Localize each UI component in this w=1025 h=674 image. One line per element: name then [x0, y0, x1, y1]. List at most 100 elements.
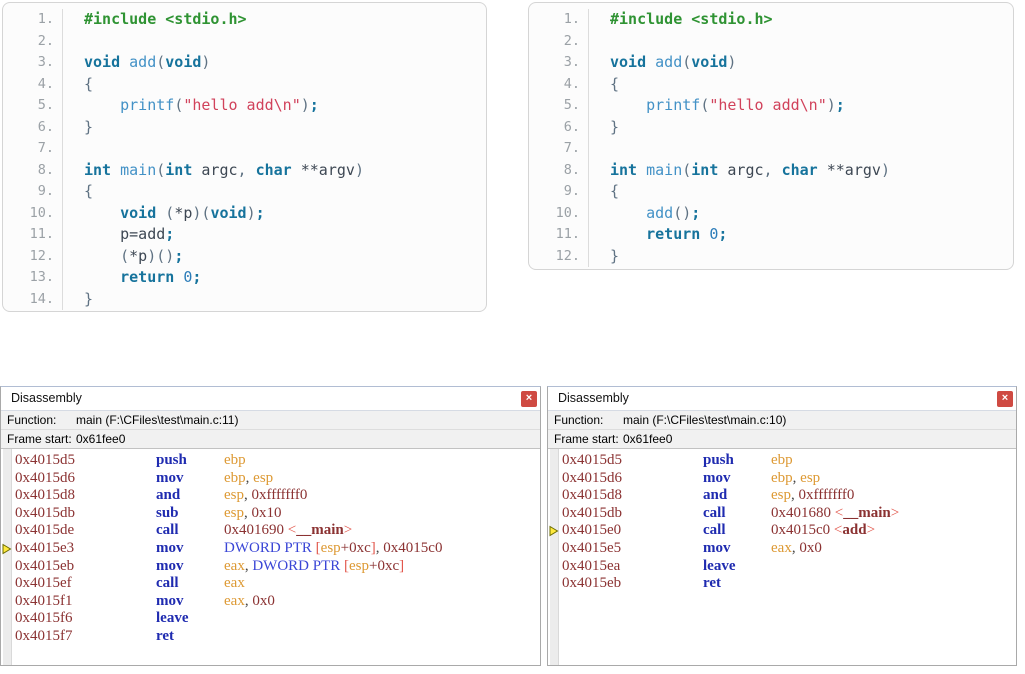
code-line: 7. — [3, 138, 486, 160]
code-line: 9. { — [3, 181, 486, 203]
instruction-mnemonic: mov — [156, 539, 184, 556]
token-pln — [700, 225, 709, 243]
line-number: 11. — [3, 224, 63, 246]
code-line: 5. printf("hello add\n"); — [3, 95, 486, 117]
token-fn: main — [646, 160, 683, 179]
token-pun: { — [84, 74, 94, 93]
token-pun: ( — [700, 96, 710, 114]
disasm-row: 0x4015e3 mov DWORD PTR [esp+0xc], 0x4015c0 — [2, 539, 540, 558]
code-text: void (*p)(void); — [63, 203, 265, 225]
token-pln — [646, 53, 655, 71]
token-reg: esp — [224, 504, 244, 521]
code-text: int main(int argc, char **argv) — [63, 160, 364, 182]
code-line: 11. return 0; — [529, 224, 1013, 246]
instruction-operands: esp, 0xfffffff0 — [771, 487, 854, 505]
token-fn: add — [655, 53, 683, 71]
token-kwd: ; — [691, 203, 701, 222]
code-line: 1. #include <stdio.h> — [529, 9, 1013, 31]
instruction-mnemonic: leave — [703, 557, 736, 574]
code-text: { — [589, 74, 619, 96]
token-pre: #include <stdio.h> — [610, 10, 773, 28]
instruction-address: 0x4015f1 — [15, 592, 73, 609]
token-reg: eax — [224, 575, 245, 592]
code-line: 7. — [529, 138, 1013, 160]
function-label: Function: — [7, 413, 57, 427]
token-pln — [156, 204, 165, 222]
code-line: 1. #include <stdio.h> — [3, 9, 486, 31]
token-kwd: ; — [192, 268, 202, 286]
frame-start-value: 0x61fee0 — [623, 432, 673, 446]
line-number: 8. — [529, 159, 589, 181]
token-reg: esp — [349, 557, 369, 574]
instruction-mnemonic: ret — [156, 627, 175, 644]
line-number: 3. — [3, 52, 63, 74]
line-number: 5. — [529, 95, 589, 117]
instruction-mnemonic: and — [703, 487, 728, 504]
instruction-operands: eax — [224, 575, 245, 593]
token-pun: } — [610, 117, 620, 136]
token-reg: ebp — [771, 452, 793, 468]
token-kwd: return — [120, 268, 175, 286]
token-pln — [84, 96, 120, 114]
token-pun: ( — [156, 53, 166, 71]
token-kwd: void — [691, 53, 728, 71]
close-button[interactable]: × — [997, 391, 1013, 407]
current-instruction-arrow-icon — [2, 543, 12, 555]
frame-start-label: Frame start: — [7, 432, 72, 446]
panel-title: Disassembly — [558, 391, 629, 405]
instruction-mnemonic: mov — [703, 539, 731, 556]
disassembly-rows: 0x4015d5 push ebp 0x4015d6 mov ebp, esp 0x4015… — [1, 449, 540, 646]
token-brk: ] — [399, 557, 405, 574]
token-mem: DWORD PTR — [252, 557, 341, 574]
token-kwd: char — [255, 160, 292, 179]
token-imm: 0x4015c0 — [771, 522, 831, 539]
disasm-row: 0x4015d6 mov ebp, esp — [15, 470, 540, 488]
instruction-address: 0x4015e0 — [562, 522, 622, 539]
token-reg: ebp — [224, 452, 246, 468]
line-number: 7. — [3, 138, 63, 160]
close-button[interactable]: × — [521, 391, 537, 407]
close-icon: × — [525, 392, 533, 404]
token-pun: ) — [354, 160, 364, 179]
instruction-address: 0x4015d6 — [15, 469, 75, 486]
instruction-operands: ebp — [224, 452, 246, 470]
token-imm: +0xc — [369, 557, 400, 574]
token-mem: DWORD PTR — [224, 539, 312, 556]
instruction-mnemonic: leave — [156, 610, 189, 627]
instruction-address: 0x4015d6 — [562, 469, 622, 486]
disassembly-titlebar[interactable]: Disassembly × — [1, 387, 540, 411]
token-pln — [174, 268, 183, 286]
token-pln: p=add — [84, 225, 166, 243]
instruction-address: 0x4015d5 — [15, 452, 75, 468]
disassembly-titlebar[interactable]: Disassembly × — [548, 387, 1016, 411]
line-number: 12. — [529, 245, 589, 267]
line-number: 4. — [3, 73, 63, 95]
instruction-mnemonic: call — [703, 504, 726, 521]
instruction-address: 0x4015de — [15, 522, 75, 539]
line-number: 3. — [529, 52, 589, 74]
token-pun: , — [244, 487, 252, 504]
token-kwd: char — [781, 160, 818, 179]
disassembly-content: 0x4015d5 push ebp 0x4015d6 mov ebp, esp 0x4015… — [1, 449, 540, 665]
code-line: 10. add(); — [529, 202, 1013, 224]
instruction-address: 0x4015db — [562, 504, 622, 521]
code-line: 8. int main(int argc, char **argv) — [3, 159, 486, 182]
line-number: 10. — [529, 202, 589, 224]
line-number: 6. — [3, 116, 63, 138]
disassembly-panel-left: Disassembly × Function: main (F:\CFiles\… — [0, 386, 541, 666]
instruction-address: 0x4015eb — [15, 557, 75, 574]
instruction-address: 0x4015d5 — [562, 452, 622, 468]
token-pln — [610, 96, 646, 114]
code-panel-direct-call: 1. #include <stdio.h> 2. 3. void add(void) 4.… — [528, 2, 1014, 270]
instruction-operands: esp, 0xfffffff0 — [224, 487, 307, 505]
token-fn: printf — [646, 96, 701, 114]
code-text: printf("hello add\n"); — [63, 95, 319, 117]
frame-start-value: 0x61fee0 — [76, 432, 126, 446]
instruction-mnemonic: sub — [156, 504, 179, 521]
instruction-operands: DWORD PTR [esp+0xc], 0x4015c0 — [224, 540, 442, 558]
frame-start-label: Frame start: — [554, 432, 619, 446]
line-number: 8. — [3, 159, 63, 181]
line-number: 10. — [3, 202, 63, 224]
